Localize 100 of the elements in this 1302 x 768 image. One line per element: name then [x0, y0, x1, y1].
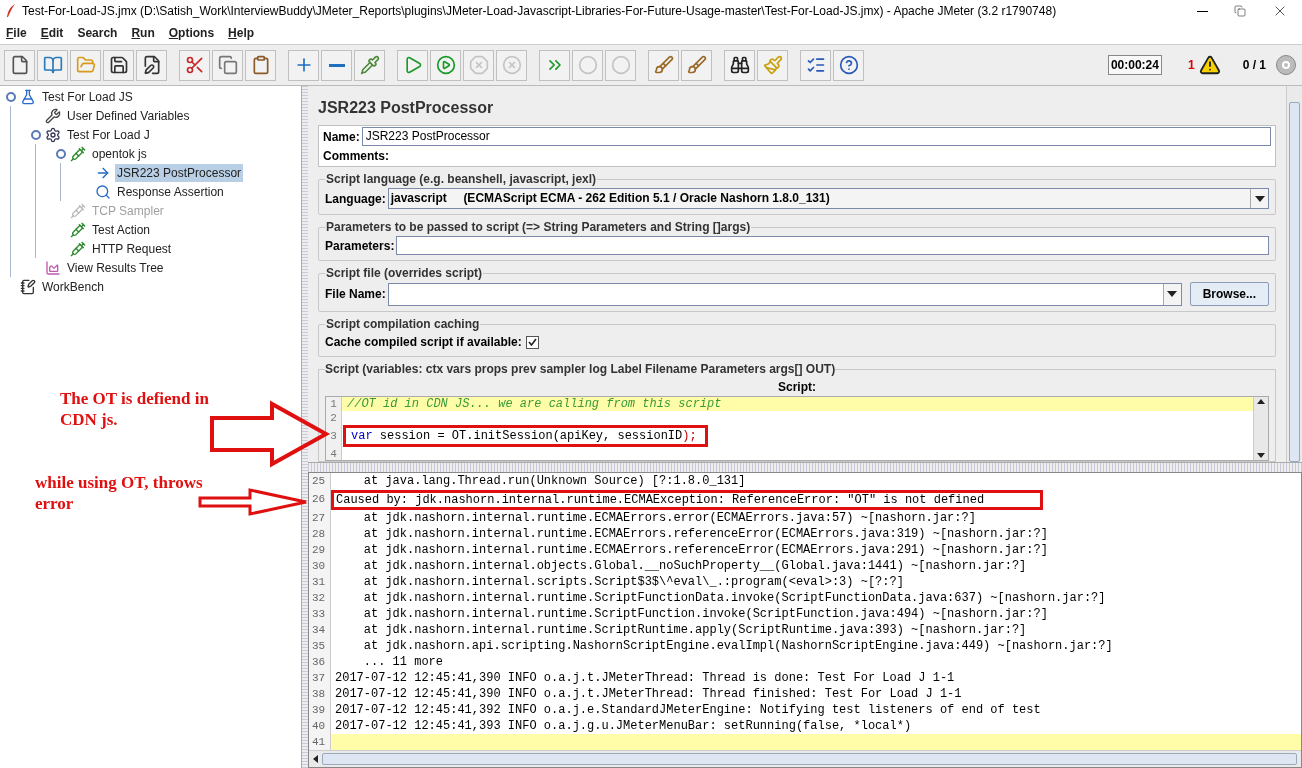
- play-circle-icon: [435, 55, 456, 75]
- field-label: Language:: [325, 190, 386, 208]
- annotation-text: while using OT, throws error: [35, 472, 204, 514]
- log-line: at jdk.nashorn.internal.runtime.ECMAErrors.referenceError(ECMAErrors.java:291) ~[nashorn.jar:?]: [362, 543, 1048, 557]
- tree-item[interactable]: View Results Tree: [65, 258, 166, 277]
- elapsed-time: 00:00:24: [1107, 55, 1162, 75]
- code-editor[interactable]: 1 //OT id in CDN JS... we are calling from this script 2 3 var session = OT.initSession(apiKey, sessionID); 4: [325, 396, 1269, 461]
- editor-label: Script:: [777, 379, 817, 396]
- status-icon[interactable]: [1276, 55, 1296, 75]
- log-line: 2017-07-12 12:45:41,390 INFO o.a.j.t.JMeterThread: Thread is done: Test For Load J 1-1: [334, 671, 955, 685]
- expand-handle-icon[interactable]: [6, 91, 16, 102]
- group-title: Script language (e.g. beanshell, javascript, jexl): [325, 171, 598, 188]
- field-label: Parameters:: [325, 237, 395, 255]
- line-number: 3: [326, 425, 342, 447]
- warning-icon[interactable]: [1198, 54, 1221, 76]
- scrollbar[interactable]: [1253, 397, 1268, 460]
- left-arrow-icon[interactable]: [313, 755, 318, 763]
- chart-icon: [45, 259, 61, 276]
- group-title: Parameters to be passed to script (=> String Parameters and String []args): [325, 219, 752, 236]
- broom-icon: [686, 55, 707, 75]
- browse-button[interactable]: Browse...: [1189, 282, 1269, 306]
- minimize-icon[interactable]: [1197, 10, 1208, 12]
- caret-icon: [1254, 195, 1265, 202]
- log-line: at jdk.nashorn.internal.runtime.ECMAErrors.referenceError(ECMAErrors.java:319) ~[nashorn.jar:?]: [362, 527, 1048, 541]
- parameters-field[interactable]: [396, 236, 1269, 255]
- thread-count: 0 / 1: [1242, 57, 1266, 74]
- broom-icon: [653, 55, 674, 75]
- field-label: Name:: [323, 128, 360, 146]
- line-number: 29: [309, 542, 331, 558]
- name-field[interactable]: JSR223 PostProcessor: [361, 127, 1271, 146]
- books-icon: [42, 55, 63, 75]
- flask-icon: [20, 88, 36, 105]
- x-circle-icon: [501, 55, 522, 75]
- copy-icon: [217, 55, 238, 75]
- menu-item[interactable]: Run: [131, 24, 155, 42]
- line-number: 26: [309, 489, 331, 510]
- pipette-icon: [359, 55, 380, 75]
- line-number: 41: [309, 734, 331, 750]
- line-number: 28: [309, 526, 331, 542]
- restore-icon[interactable]: [1234, 5, 1246, 17]
- tree-item[interactable]: Response Assertion: [115, 182, 226, 201]
- expand-handle-icon[interactable]: [31, 129, 41, 140]
- log-line: at jdk.nashorn.internal.scripts.Script$3$\^eval\_.:program(<eval>:3) ~[?:?]: [362, 575, 904, 589]
- checkbox-label: Cache compiled script if available:: [325, 334, 522, 351]
- down-arrow-icon[interactable]: [1257, 453, 1265, 458]
- annotation-text: The OT is defiend in CDN js.: [60, 388, 210, 430]
- toolbar-button[interactable]: [4, 49, 35, 81]
- expand-handle-icon[interactable]: [56, 148, 66, 159]
- pipette-icon: [70, 202, 86, 219]
- up-arrow-icon[interactable]: [1257, 399, 1265, 404]
- tree-item[interactable]: Test For Load JS: [40, 87, 135, 106]
- binoculars-icon: [729, 55, 750, 75]
- menu-item[interactable]: Options: [168, 24, 215, 42]
- line-number: 35: [309, 638, 331, 654]
- line-number: 40: [309, 718, 331, 734]
- file-name-dropdown[interactable]: [387, 282, 1182, 306]
- line-number: 36: [309, 654, 331, 670]
- language-dropdown[interactable]: javascript (ECMAScript ECMA - 262 Edition 5.1 / Oracle Nashorn 1.8.0_131): [387, 188, 1269, 209]
- toolbar-button[interactable]: [103, 49, 134, 81]
- log-line: ... 11 more: [362, 655, 444, 669]
- line-number: 33: [309, 606, 331, 622]
- log-line: at jdk.nashorn.internal.objects.Global.__noSuchProperty__(Global.java:1441) ~[nashorn.jar:?]: [362, 559, 1027, 573]
- log-line: at jdk.nashorn.internal.runtime.ECMAErrors.error(ECMAErrors.java:57) ~[nashorn.jar:?]: [362, 511, 976, 525]
- code-line: //OT id in CDN JS... we are calling from this script: [346, 397, 722, 411]
- log-line: at jdk.nashorn.internal.runtime.ScriptFunctionData.invoke(ScriptFunctionData.java:637) ~[nashorn.jar:?]: [362, 591, 1106, 605]
- log-line: 2017-07-12 12:45:41,392 INFO o.a.j.e.StandardJMeterEngine: Notifying test listeners of end of test: [334, 703, 1041, 717]
- checkbox[interactable]: [525, 335, 539, 349]
- menu-item[interactable]: Help: [228, 24, 255, 42]
- toolbar-button[interactable]: [136, 49, 167, 81]
- scrollbar[interactable]: [1286, 86, 1302, 462]
- field-label: Comments:: [323, 148, 389, 165]
- minus-icon: [328, 63, 345, 67]
- group-title: Script file (overrides script): [325, 265, 484, 282]
- line-number: 27: [309, 510, 331, 526]
- menu-item[interactable]: Edit: [40, 24, 64, 42]
- log-line: at jdk.nashorn.internal.runtime.ScriptRuntime.apply(ScriptRuntime.java:393) ~[nashorn.jar:?]: [362, 623, 1027, 637]
- scrollbar[interactable]: [309, 750, 1301, 767]
- check-icon: [527, 338, 537, 346]
- help-icon: [838, 55, 859, 75]
- tree-item[interactable]: User Defined Variables: [65, 106, 192, 125]
- log-line: at jdk.nashorn.internal.runtime.ScriptFunction.invoke(ScriptFunction.java:494) ~[nashorn.jar:?]: [362, 607, 1048, 621]
- tree-item[interactable]: Test For Load J: [65, 125, 152, 144]
- line-number: 4: [326, 447, 342, 460]
- menu-item[interactable]: Search: [77, 24, 118, 42]
- tree-item[interactable]: Test Action: [90, 220, 153, 239]
- toolbar-button[interactable]: [724, 49, 755, 81]
- line-number: 38: [309, 686, 331, 702]
- tools-icon: [45, 107, 61, 124]
- menu-item[interactable]: File: [6, 24, 27, 42]
- tree-item[interactable]: WorkBench: [40, 277, 106, 296]
- line-number: 39: [309, 702, 331, 718]
- line-number: 1: [326, 397, 342, 411]
- tree-item[interactable]: HTTP Request: [90, 239, 174, 258]
- tree-item[interactable]: opentok js: [90, 144, 149, 163]
- pipette-icon: [70, 240, 86, 257]
- line-number: 37: [309, 670, 331, 686]
- folder-icon: [75, 55, 96, 75]
- feather-icon: [6, 4, 16, 18]
- tree-item[interactable]: JSR223 PostProcessor: [115, 163, 244, 182]
- error-count: 1: [1187, 57, 1195, 74]
